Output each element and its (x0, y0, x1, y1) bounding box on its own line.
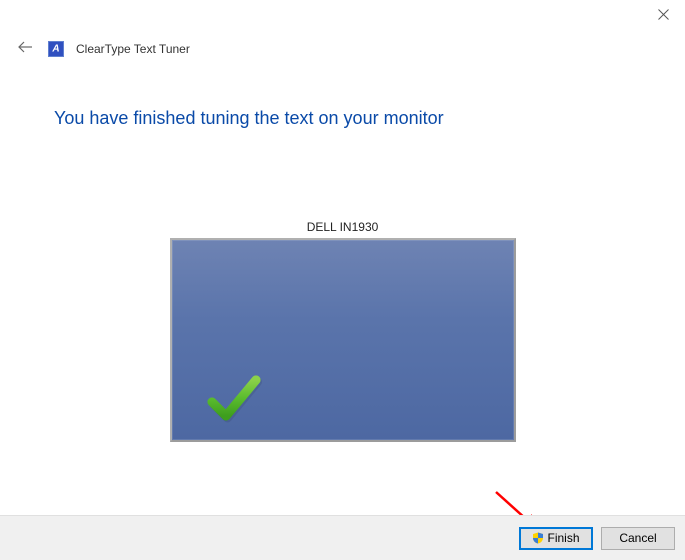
shield-icon (532, 532, 544, 544)
close-button[interactable] (655, 8, 671, 24)
page-title: You have finished tuning the text on you… (54, 108, 444, 129)
finish-button-label: Finish (547, 531, 579, 545)
cancel-button[interactable]: Cancel (601, 527, 675, 550)
window-title: ClearType Text Tuner (76, 42, 190, 56)
back-button[interactable] (14, 38, 36, 59)
monitor-name-label: DELL IN1930 (0, 220, 685, 234)
header-bar: ClearType Text Tuner (14, 38, 190, 59)
checkmark-icon (206, 370, 262, 426)
arrow-left-icon (17, 40, 33, 54)
finish-button[interactable]: Finish (519, 527, 593, 550)
app-icon (48, 41, 64, 57)
cancel-button-label: Cancel (619, 531, 656, 545)
footer-bar: Finish Cancel (0, 515, 685, 560)
close-icon (658, 9, 669, 20)
monitor-preview (170, 238, 516, 442)
